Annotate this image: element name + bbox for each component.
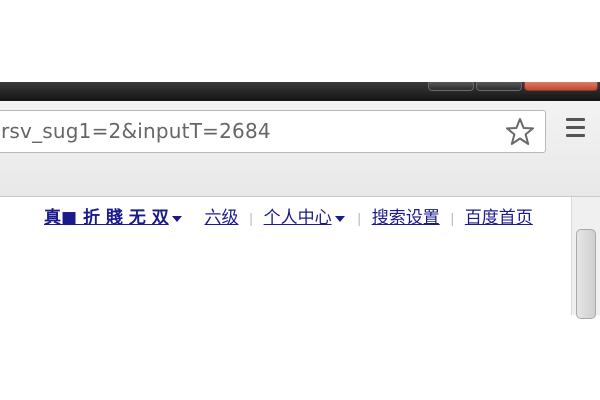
nav-separator: | <box>249 210 253 226</box>
hamburger-menu-icon[interactable] <box>562 118 588 144</box>
address-bar[interactable]: rsv_sug1=2&inputT=2684 <box>0 110 546 153</box>
address-bar-url[interactable]: rsv_sug1=2&inputT=2684 <box>1 111 271 152</box>
top-nav: 真■ 折 賤 无 双 六级 | 个人中心 | 搜索设置 | 百度首页 <box>44 206 533 230</box>
user-menu-caret-icon[interactable] <box>171 215 182 222</box>
user-name-link[interactable]: 真■ 折 賤 无 双 <box>44 206 169 230</box>
maximize-button[interactable] <box>476 82 522 91</box>
personal-center-caret-icon[interactable] <box>334 215 345 222</box>
close-window-button[interactable] <box>524 82 598 91</box>
page-content: 真■ 折 賤 无 双 六级 | 个人中心 | 搜索设置 | 百度首页 <box>0 197 600 319</box>
vertical-scrollbar[interactable] <box>571 197 600 319</box>
window-title-bar <box>0 82 600 101</box>
nav-link-baidu-home[interactable]: 百度首页 <box>465 206 533 230</box>
scrollbar-thumb[interactable] <box>576 229 596 319</box>
browser-toolbar: rsv_sug1=2&inputT=2684 <box>0 101 600 197</box>
nav-link-search-settings[interactable]: 搜索设置 <box>372 206 440 230</box>
nav-separator: | <box>450 210 455 226</box>
minimize-button[interactable] <box>428 82 474 91</box>
nav-link-level[interactable]: 六级 <box>204 206 238 230</box>
nav-link-personal-center[interactable]: 个人中心 <box>264 206 332 230</box>
star-outline-icon[interactable] <box>503 115 537 149</box>
nav-separator: | <box>357 210 361 226</box>
